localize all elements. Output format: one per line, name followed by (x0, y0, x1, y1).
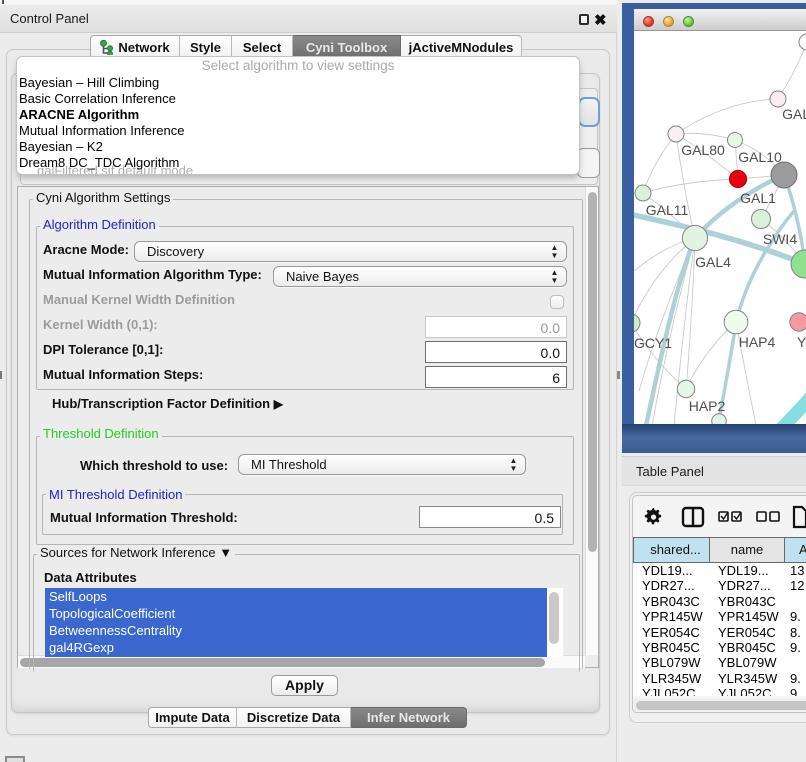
svg-text:GAL7: GAL7 (782, 106, 806, 122)
svg-text:GAL11: GAL11 (646, 202, 689, 218)
svg-text:HAP4: HAP4 (739, 334, 776, 350)
svg-text:SWI4: SWI4 (763, 231, 797, 247)
svg-text:HAP2: HAP2 (689, 398, 726, 414)
svg-text:GAL4: GAL4 (695, 254, 731, 270)
svg-text:GCY1: GCY1 (634, 335, 672, 351)
svg-text:GAL10: GAL10 (738, 149, 782, 165)
svg-text:YJ: YJ (797, 334, 806, 350)
svg-text:GAL80: GAL80 (681, 142, 725, 158)
svg-text:GAL1: GAL1 (740, 190, 776, 206)
